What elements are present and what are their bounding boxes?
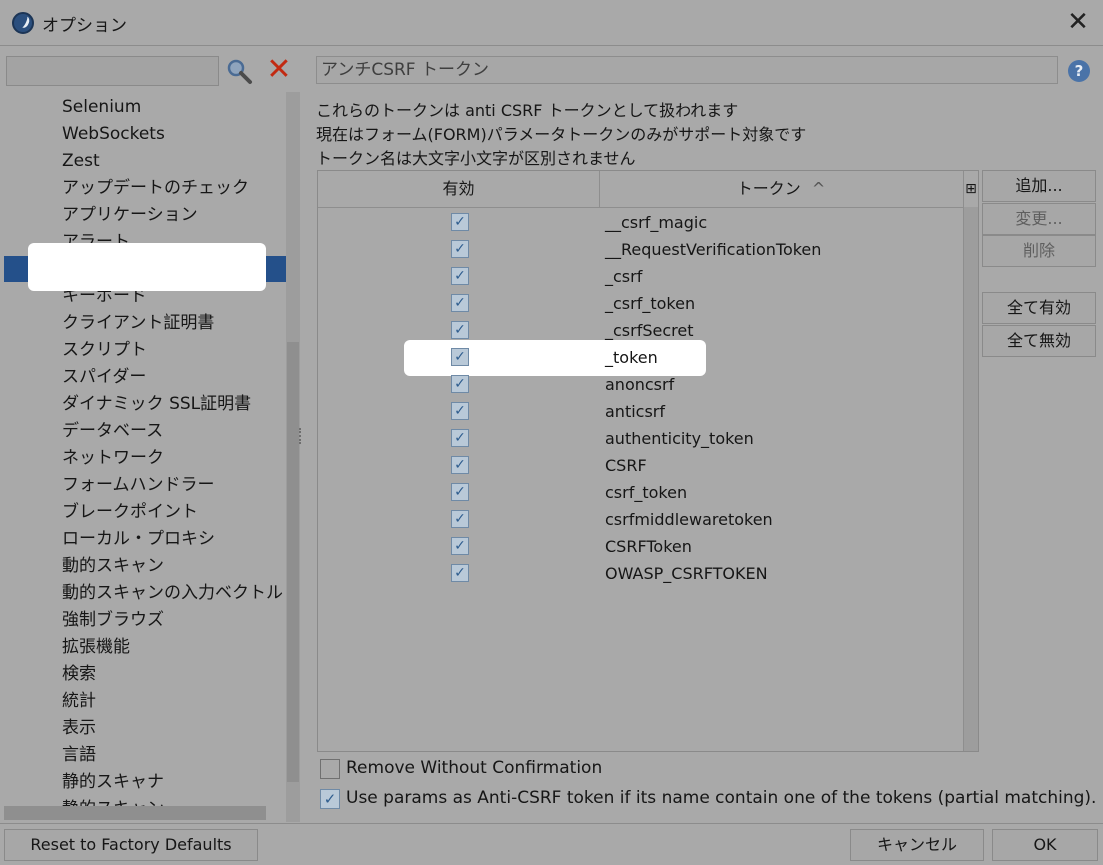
- table-row[interactable]: ✓ CSRF: [318, 452, 963, 479]
- tree-item[interactable]: 静的スキャナ: [62, 769, 164, 795]
- tree-scrollbar-thumb[interactable]: [287, 342, 299, 782]
- tree-item[interactable]: スクリプト: [62, 337, 147, 363]
- tree-item[interactable]: ダイナミック SSL証明書: [62, 391, 251, 417]
- sort-ascending-icon: ^: [811, 179, 826, 198]
- tree-item[interactable]: 表示: [62, 715, 96, 741]
- row-enabled-checkbox[interactable]: ✓: [451, 348, 469, 366]
- clear-search-icon[interactable]: ✕: [264, 55, 294, 86]
- reset-to-factory-defaults-button[interactable]: Reset to Factory Defaults: [4, 829, 258, 861]
- column-picker-icon[interactable]: ⊞: [963, 171, 978, 208]
- options-tree: Selenium WebSockets Zest アップデートのチェック アプリケーショ…: [4, 92, 300, 822]
- row-enabled-checkbox[interactable]: ✓: [451, 321, 469, 339]
- row-enabled-checkbox[interactable]: ✓: [451, 429, 469, 447]
- tree-item[interactable]: WebSockets: [62, 121, 165, 147]
- panel-title: アンチCSRF トークン: [316, 56, 1058, 84]
- tree-item[interactable]: アップデートのチェック: [62, 175, 249, 201]
- row-enabled-checkbox[interactable]: ✓: [451, 564, 469, 582]
- title-bar: [0, 0, 1103, 46]
- row-enabled-checkbox[interactable]: ✓: [451, 483, 469, 501]
- ok-button[interactable]: OK: [992, 829, 1098, 861]
- column-header-enabled[interactable]: 有効: [318, 171, 600, 208]
- table-row[interactable]: ✓ CSRFToken: [318, 533, 963, 560]
- table-row[interactable]: ✓ _token: [318, 344, 963, 371]
- table-scrollbar[interactable]: [963, 207, 978, 751]
- modify-button[interactable]: 変更...: [982, 203, 1096, 235]
- window-title: オプション: [42, 16, 127, 36]
- table-row[interactable]: ✓ OWASP_CSRFTOKEN: [318, 560, 963, 587]
- row-token-name: anoncsrf: [605, 375, 675, 394]
- row-token-name: csrf_token: [605, 483, 688, 502]
- table-row[interactable]: ✓ csrf_token: [318, 479, 963, 506]
- tree-item[interactable]: スパイダー: [62, 364, 146, 390]
- tree-item[interactable]: フォームハンドラー: [62, 472, 215, 498]
- help-icon[interactable]: ?: [1068, 60, 1090, 82]
- row-enabled-checkbox[interactable]: ✓: [451, 510, 469, 528]
- table-row[interactable]: ✓ authenticity_token: [318, 425, 963, 452]
- table-row[interactable]: ✓ __RequestVerificationToken: [318, 236, 963, 263]
- table-row[interactable]: ✓ __csrf_magic: [318, 209, 963, 236]
- row-enabled-checkbox[interactable]: ✓: [451, 375, 469, 393]
- tree-item[interactable]: Zest: [62, 148, 100, 174]
- table-row[interactable]: ✓ _csrf_token: [318, 290, 963, 317]
- selection-highlight: [28, 243, 266, 291]
- tree-item[interactable]: 動的スキャン: [62, 553, 164, 579]
- table-row[interactable]: ✓ anoncsrf: [318, 371, 963, 398]
- zap-logo-icon: [12, 12, 34, 34]
- tree-item[interactable]: 動的スキャンの入力ベクトル: [62, 580, 283, 606]
- tree-item[interactable]: 強制ブラウズ: [62, 607, 164, 633]
- cancel-button[interactable]: キャンセル: [850, 829, 984, 861]
- tree-item[interactable]: ネットワーク: [62, 445, 164, 471]
- tree-item[interactable]: Selenium: [62, 94, 141, 120]
- partial-matching-checkbox[interactable]: ✓: [320, 789, 340, 809]
- row-token-name: csrfmiddlewaretoken: [605, 510, 773, 529]
- row-token-name: OWASP_CSRFTOKEN: [605, 564, 768, 583]
- row-enabled-checkbox[interactable]: ✓: [451, 213, 469, 231]
- add-button[interactable]: 追加...: [982, 170, 1096, 202]
- disable-all-button[interactable]: 全て無効: [982, 325, 1096, 357]
- row-token-name: CSRFToken: [605, 537, 692, 556]
- token-table: 有効 トークン ^ ⊞ ✓ __csrf_magic ✓ __RequestVerif…: [317, 170, 979, 752]
- row-token-name: _token: [605, 348, 658, 367]
- remove-button[interactable]: 削除: [982, 235, 1096, 267]
- remove-without-confirmation-label: Remove Without Confirmation: [346, 758, 603, 778]
- description-line-1: これらのトークンは anti CSRF トークンとして扱われます: [316, 101, 739, 120]
- tree-item[interactable]: 言語: [62, 742, 96, 768]
- row-token-name: _csrf: [605, 267, 643, 286]
- row-enabled-checkbox[interactable]: ✓: [451, 294, 469, 312]
- row-token-name: CSRF: [605, 456, 647, 475]
- enable-all-button[interactable]: 全て有効: [982, 292, 1096, 324]
- tree-item[interactable]: ローカル・プロキシ: [62, 526, 215, 552]
- row-enabled-checkbox[interactable]: ✓: [451, 456, 469, 474]
- table-row[interactable]: ✓ csrfmiddlewaretoken: [318, 506, 963, 533]
- tree-item[interactable]: データベース: [62, 418, 163, 444]
- row-token-name: __csrf_magic: [605, 213, 708, 232]
- tree-horizontal-scrollbar[interactable]: [4, 806, 266, 820]
- description-line-3: トークン名は大文字小文字が区別されません: [316, 149, 636, 168]
- tree-item[interactable]: ブレークポイント: [62, 499, 198, 525]
- split-pane-divider[interactable]: [299, 428, 305, 444]
- row-enabled-checkbox[interactable]: ✓: [451, 537, 469, 555]
- remove-without-confirmation-checkbox[interactable]: [320, 759, 340, 779]
- row-token-name: _csrf_token: [605, 294, 696, 313]
- row-enabled-checkbox[interactable]: ✓: [451, 267, 469, 285]
- row-token-name: anticsrf: [605, 402, 666, 421]
- search-input[interactable]: [6, 56, 219, 86]
- description-line-2: 現在はフォーム(FORM)パラメータトークンのみがサポート対象です: [316, 125, 807, 144]
- column-header-token-label: トークン: [736, 179, 801, 198]
- table-row[interactable]: ✓ _csrf: [318, 263, 963, 290]
- tree-item[interactable]: クライアント証明書: [62, 310, 214, 336]
- row-token-name: authenticity_token: [605, 429, 754, 448]
- row-enabled-checkbox[interactable]: ✓: [451, 240, 469, 258]
- tree-item[interactable]: 統計: [62, 688, 96, 714]
- tree-item[interactable]: 拡張機能: [62, 634, 130, 660]
- row-token-name: __RequestVerificationToken: [605, 240, 822, 259]
- row-enabled-checkbox[interactable]: ✓: [451, 402, 469, 420]
- table-row[interactable]: ✓ anticsrf: [318, 398, 963, 425]
- partial-matching-label: Use params as Anti-CSRF token if its nam…: [346, 788, 1097, 808]
- close-icon[interactable]: ✕: [1064, 8, 1092, 36]
- search-icon[interactable]: [224, 56, 254, 86]
- tree-item[interactable]: 検索: [62, 661, 96, 687]
- tree-item[interactable]: アプリケーション: [62, 202, 198, 228]
- column-header-token[interactable]: トークン ^: [599, 171, 964, 208]
